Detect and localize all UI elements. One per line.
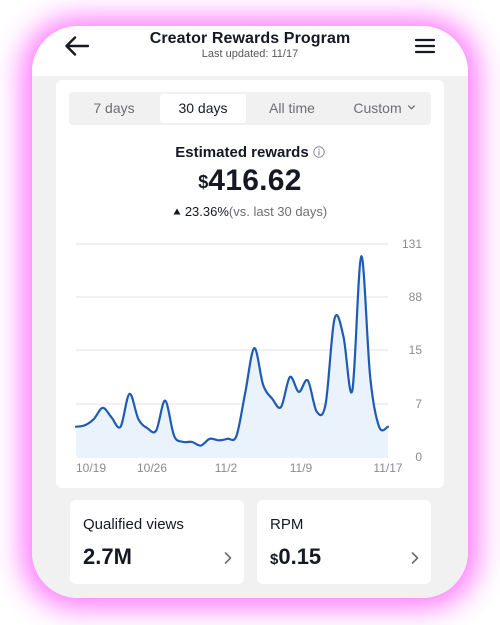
top-bar: Creator Rewards Program Last updated: 11… [32,26,468,76]
chevron-right-icon [411,552,419,564]
y-tick-label: 131 [402,237,422,251]
x-tick-label: 11/9 [290,461,313,475]
x-tick-label: 11/2 [215,461,238,475]
qualified-views-label: Qualified views [83,516,184,533]
menu-icon[interactable] [414,36,436,56]
x-tick-label: 10/26 [137,461,167,475]
chevron-right-icon [224,552,232,564]
content-area: 7 days 30 days All time Custom Estimated… [32,76,468,598]
phone-screen: Creator Rewards Program Last updated: 11… [32,26,468,598]
page-title: Creator Rewards Program [149,30,351,47]
qualified-views-number: 2.7M [83,544,132,569]
rpm-label: RPM [270,516,304,533]
y-tick-label: 7 [415,397,422,411]
y-axis-ticks: 131 88 15 7 0 [402,237,422,464]
y-tick-label: 15 [409,343,423,357]
x-axis-ticks: 10/19 10/26 11/2 11/9 11/17 [76,461,403,475]
rpm-value: $0.15 [270,544,321,570]
rpm-number: 0.15 [278,544,322,569]
rewards-card: 7 days 30 days All time Custom Estimated… [56,80,444,488]
last-updated: Last updated: 11/17 [201,48,299,60]
qualified-views-card[interactable]: Qualified views 2.7M [70,500,244,584]
rewards-chart: 131 88 15 7 0 10/19 10/26 11/2 11/9 11/17 [74,237,422,475]
rpm-card[interactable]: RPM $0.15 [257,500,431,584]
chart-area-fill [76,256,388,457]
qualified-views-value: 2.7M [83,544,132,570]
y-tick-label: 88 [409,290,423,304]
x-tick-label: 11/17 [373,461,402,475]
y-tick-label: 0 [415,450,422,464]
x-tick-label: 10/19 [76,461,106,475]
